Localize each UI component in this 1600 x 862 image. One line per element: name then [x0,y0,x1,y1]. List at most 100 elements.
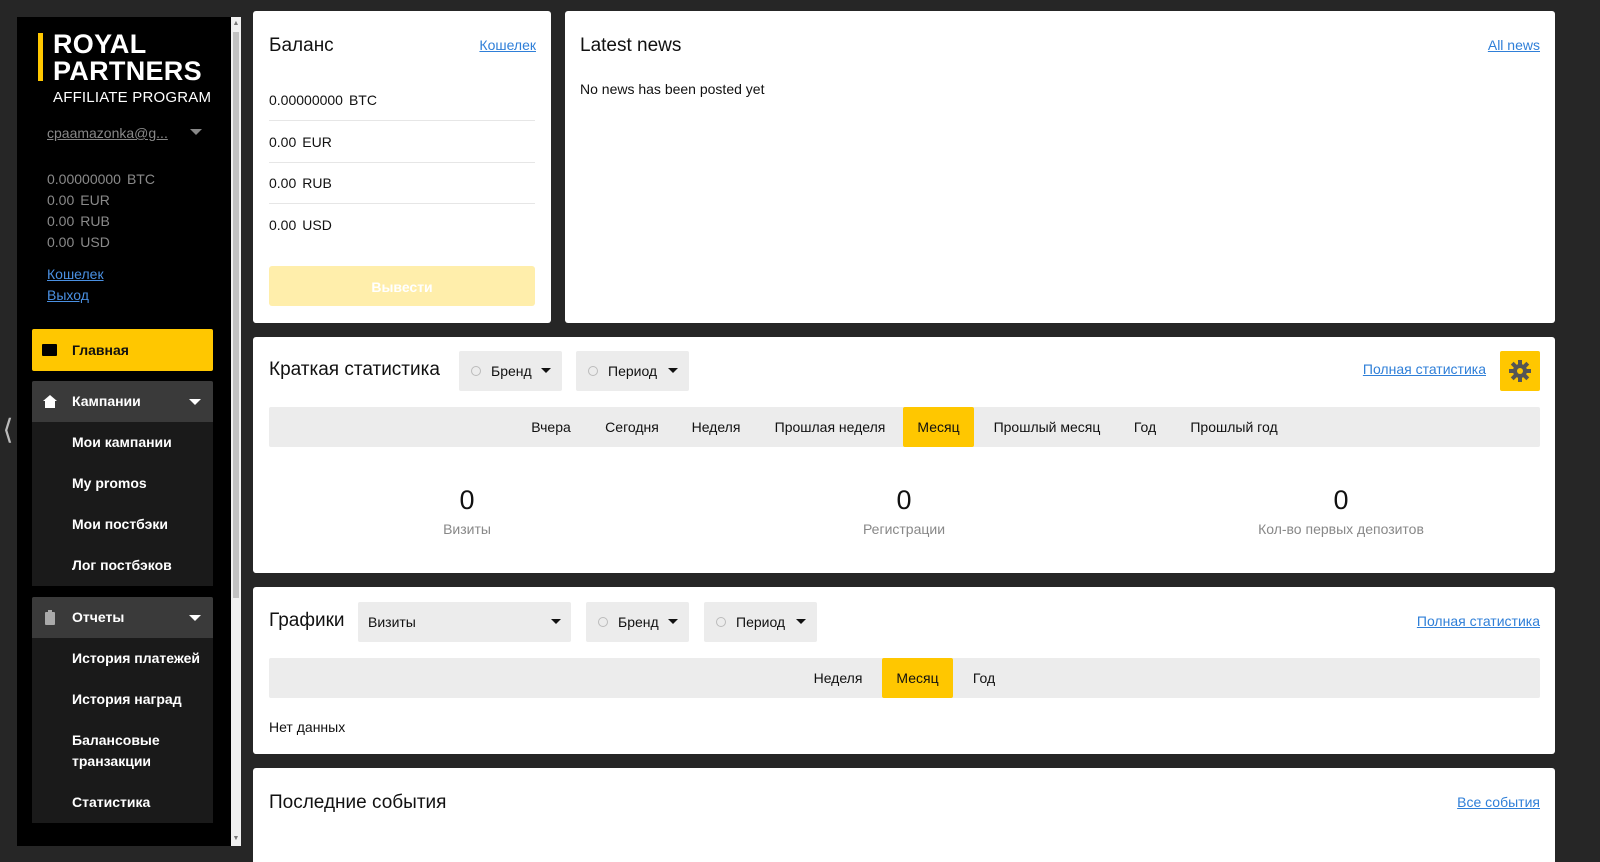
stats-card: Краткая статистика Бренд Период Полная с… [253,337,1555,573]
tab-last-month[interactable]: Прошлый месяц [985,407,1109,447]
sidebar: ROYAL PARTNERS AFFILIATE PROGRAM cpaamaz… [17,17,231,846]
charts-title: Графики [269,610,345,631]
sidebar-item-my-campaigns[interactable]: Мои кампании [32,422,213,463]
sidebar-scrollbar-thumb[interactable] [233,32,239,598]
home-icon [43,395,57,408]
sidebar-group-reports: Отчеты История платежей История наград Б… [32,597,213,823]
period-dropdown[interactable]: Период [576,351,689,391]
chevron-down-icon [551,619,561,624]
logo-line-1: ROYAL [53,29,147,59]
brand-dropdown[interactable]: Бренд [586,602,689,642]
sidebar-item-home[interactable]: Главная [32,329,213,371]
user-menu-chevron-down-icon[interactable] [190,129,202,135]
period-dropdown[interactable]: Период [704,602,817,642]
sidebar-item-campaigns[interactable]: Кампании [32,381,213,422]
sidebar-item-label: Главная [72,342,129,358]
sidebar-item-postback-log[interactable]: Лог постбэков [32,545,213,586]
full-stats-link[interactable]: Полная статистика [1417,613,1540,629]
radio-circle-icon [588,366,598,376]
stat-label: Кол-во первых депозитов [1258,521,1424,537]
metric-dropdown[interactable]: Визиты [358,602,571,642]
news-title: Latest news [580,35,682,56]
all-events-link[interactable]: Все события [1457,794,1540,810]
sidebar-item-payment-history[interactable]: История платежей [32,638,213,679]
stat-value: 0 [896,485,912,515]
chevron-down-icon [796,619,806,624]
charts-card: Графики Визиты Бренд Период Полная стати… [253,587,1555,754]
tab-month[interactable]: Месяц [903,407,974,447]
scroll-down-icon[interactable]: ▼ [232,834,240,844]
stat-value: 0 [1333,485,1349,515]
tab-last-week[interactable]: Прошлая неделя [765,407,895,447]
balance-row-btc: 0.00000000 BTC [269,79,535,121]
stat-value: 0 [459,485,475,515]
logo: ROYAL PARTNERS AFFILIATE PROGRAM [37,31,227,111]
scroll-up-icon[interactable]: ▲ [232,19,240,29]
news-card: Latest news All news No news has been po… [565,11,1555,323]
collapse-sidebar-icon[interactable]: ⟨ [0,412,16,448]
brand-dropdown[interactable]: Бренд [459,351,562,391]
stat-visits: 0 Визиты [317,485,617,537]
logo-bar [38,33,43,81]
stats-period-tabs: Вчера Сегодня Неделя Прошлая неделя Меся… [269,407,1540,447]
sidebar-item-reports[interactable]: Отчеты [32,597,213,638]
sidebar-links: Кошелек Выход [47,264,104,306]
sidebar-wallet-link[interactable]: Кошелек [47,264,104,285]
tab-year[interactable]: Год [963,658,1005,698]
logo-line-3: AFFILIATE PROGRAM [53,89,212,106]
tab-yesterday[interactable]: Вчера [519,407,583,447]
sidebar-item-balance-transactions[interactable]: Балансовые транзакции [32,720,192,782]
events-title: Последние события [269,792,447,813]
tab-year[interactable]: Год [1123,407,1167,447]
all-news-link[interactable]: All news [1488,37,1540,53]
news-empty-text: No news has been posted yet [580,81,765,97]
chart-period-tabs: Неделя Месяц Год [269,658,1540,698]
sidebar-item-label: Отчеты [72,609,125,625]
sidebar-balance-btc: 0.00000000 BTC [47,171,155,187]
tab-today[interactable]: Сегодня [592,407,672,447]
wallet-icon [42,344,57,356]
brand-dropdown-label: Бренд [618,614,659,630]
balance-card: Баланс Кошелек 0.00000000 BTC 0.00 EUR 0.0… [253,11,551,323]
tab-month[interactable]: Месяц [882,658,953,698]
tab-last-year[interactable]: Прошлый год [1179,407,1289,447]
events-card: Последние события Все события [253,768,1555,862]
logo-line-2: PARTNERS [53,56,202,86]
tab-week[interactable]: Неделя [682,407,750,447]
tab-week[interactable]: Неделя [807,658,869,698]
gear-icon [1509,360,1531,382]
balance-row-usd: 0.00 USD [269,217,332,233]
sidebar-balance-rub: 0.00 RUB [47,213,110,229]
user-email-link[interactable]: cpaamazonka@g... [47,125,177,141]
sidebar-group-campaigns: Кампании Мои кампании My promos Мои пост… [32,381,213,586]
sidebar-logout-link[interactable]: Выход [47,285,104,306]
full-stats-link[interactable]: Полная статистика [1363,361,1486,377]
sidebar-item-my-promos[interactable]: My promos [32,463,213,504]
wallet-link[interactable]: Кошелек [479,37,536,53]
sidebar-balances: 0.00000000 BTC 0.00 EUR 0.00 RUB 0.00 USD [47,169,155,253]
sidebar-item-statistics[interactable]: Статистика [32,782,213,823]
chevron-down-icon [189,615,201,621]
settings-button[interactable] [1500,351,1540,391]
period-dropdown-label: Период [608,363,658,379]
stat-first-deposits: 0 Кол-во первых депозитов [1191,485,1491,537]
no-data-text: Нет данных [269,719,346,735]
radio-circle-icon [471,366,481,376]
withdraw-button[interactable]: Вывести [269,266,535,306]
chevron-down-icon [668,368,678,373]
chevron-down-icon [189,399,201,405]
sidebar-item-label: Кампании [72,393,141,409]
radio-circle-icon [716,617,726,627]
stat-registrations: 0 Регистрации [754,485,1054,537]
metric-dropdown-label: Визиты [368,614,416,630]
clipboard-icon [45,610,55,625]
stats-title: Краткая статистика [269,359,440,380]
balance-row-eur: 0.00 EUR [269,121,535,163]
sidebar-balance-eur: 0.00 EUR [47,192,110,208]
sidebar-item-my-postbacks[interactable]: Мои постбэки [32,504,213,545]
radio-circle-icon [598,617,608,627]
balance-title: Баланс [269,35,334,56]
balance-row-rub: 0.00 RUB [269,162,535,204]
sidebar-item-reward-history[interactable]: История наград [32,679,213,720]
brand-dropdown-label: Бренд [491,363,532,379]
